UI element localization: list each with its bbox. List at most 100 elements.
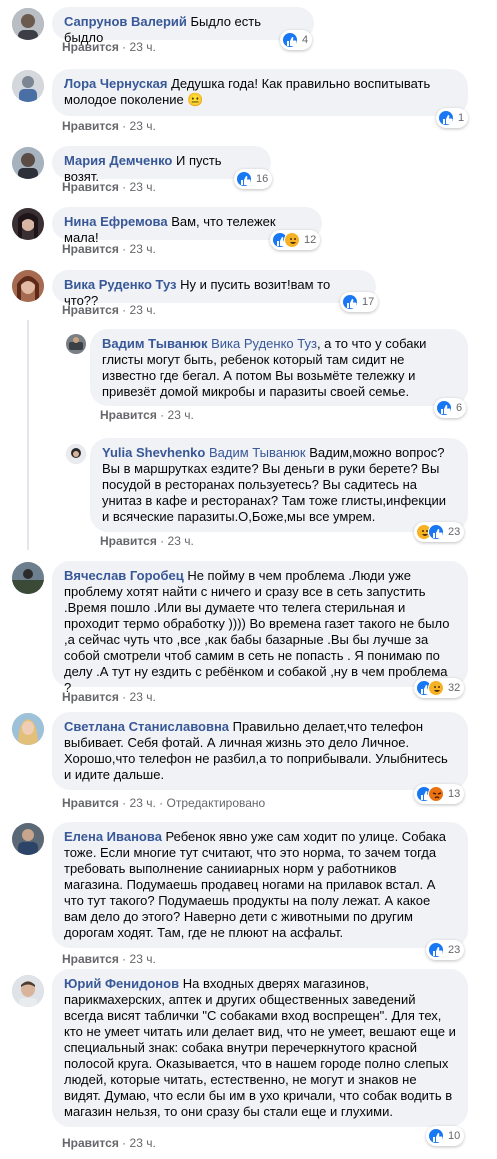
comment-actions: Нравится · 23 ч. — [62, 119, 156, 133]
comment-actions: Нравится · 23 ч. — [62, 40, 156, 54]
comment-bubble: Елена Иванова Ребенок явно уже сам ходит… — [52, 822, 468, 948]
avatar[interactable] — [12, 70, 44, 102]
edited-label[interactable]: Отредактировано — [166, 796, 265, 810]
separator: · — [159, 796, 164, 810]
comment-bubble: Сапрунов Валерий Быдло есть быдло — [52, 7, 314, 45]
timestamp[interactable]: 23 ч. — [130, 690, 156, 704]
avatar[interactable] — [12, 147, 44, 179]
reaction-summary[interactable]: 12 — [270, 230, 321, 250]
mention-link[interactable]: Вика Руденко Туз — [211, 336, 317, 351]
avatar[interactable] — [12, 823, 44, 855]
avatar[interactable] — [12, 8, 44, 40]
reply-thread-line — [27, 320, 29, 550]
like-button[interactable]: Нравится — [62, 119, 119, 133]
author-name[interactable]: Елена Иванова — [64, 829, 162, 844]
timestamp[interactable]: 23 ч. — [130, 40, 156, 54]
comment-actions: Нравится · 23 ч. — [62, 303, 156, 317]
reaction-count: 10 — [448, 1130, 461, 1142]
comment-text: На входных дверях магазинов, парикмахерс… — [64, 976, 456, 1119]
separator: · — [122, 180, 127, 194]
like-icon — [428, 942, 444, 958]
haha-icon — [284, 232, 300, 248]
reaction-summary[interactable]: 23 — [426, 940, 465, 960]
author-name[interactable]: Вика Руденко Туз — [64, 277, 177, 292]
author-name[interactable]: Юрий Фенидонов — [64, 976, 179, 991]
timestamp[interactable]: 23 ч. — [130, 119, 156, 133]
reaction-count: 12 — [304, 234, 317, 246]
author-name[interactable]: Мария Демченко — [64, 153, 172, 168]
comment-actions: Нравится · 23 ч. · Отредактировано — [62, 796, 265, 810]
avatar[interactable] — [66, 444, 86, 464]
author-name[interactable]: Сапрунов Валерий — [64, 14, 187, 29]
timestamp[interactable]: 23 ч. — [168, 534, 194, 548]
avatar[interactable] — [66, 334, 86, 354]
like-button[interactable]: Нравится — [62, 796, 119, 810]
avatar[interactable] — [12, 975, 44, 1007]
like-icon — [428, 1128, 444, 1144]
avatar[interactable] — [12, 208, 44, 240]
author-name[interactable]: Вячеслав Горобец — [64, 568, 184, 583]
comment-actions: Нравится · 23 ч. — [62, 180, 156, 194]
reaction-summary[interactable]: 23 — [414, 522, 465, 542]
reaction-summary[interactable]: 4 — [280, 30, 313, 50]
like-icon — [236, 171, 252, 187]
reaction-summary[interactable]: 10 — [426, 1126, 465, 1146]
timestamp[interactable]: 23 ч. — [130, 303, 156, 317]
reaction-summary[interactable]: 32 — [414, 678, 465, 698]
author-name[interactable]: Лора Чернуская — [64, 76, 167, 91]
comment-actions: Нравится · 23 ч. — [62, 242, 156, 256]
author-name[interactable]: Нина Ефремова — [64, 214, 168, 229]
reaction-count: 16 — [256, 173, 269, 185]
timestamp[interactable]: 23 ч. — [168, 408, 194, 422]
comment-bubble: Юрий Фенидонов На входных дверях магазин… — [52, 969, 468, 1127]
separator: · — [122, 242, 127, 256]
comment-bubble: Светлана Станиславовна Правильно делает,… — [52, 712, 468, 790]
author-name[interactable]: Светлана Станиславовна — [64, 719, 229, 734]
timestamp[interactable]: 23 ч. — [130, 952, 156, 966]
like-button[interactable]: Нравится — [62, 952, 119, 966]
reaction-count: 13 — [448, 788, 461, 800]
reaction-summary[interactable]: 16 — [234, 169, 273, 189]
comment-text: Не пойму в чем проблема .Люди уже пробле… — [64, 568, 450, 695]
reaction-summary[interactable]: 6 — [434, 398, 467, 418]
like-icon — [436, 400, 452, 416]
separator: · — [160, 408, 165, 422]
like-button[interactable]: Нравится — [62, 1136, 119, 1150]
separator: · — [122, 40, 127, 54]
author-name[interactable]: Вадим Тыванюк — [102, 336, 207, 351]
reaction-summary[interactable]: 1 — [436, 108, 469, 128]
comment-text: Ребенок явно уже сам ходит по улице. Соб… — [64, 829, 447, 940]
like-button[interactable]: Нравится — [62, 40, 119, 54]
timestamp[interactable]: 23 ч. — [130, 180, 156, 194]
like-button[interactable]: Нравится — [100, 408, 157, 422]
avatar[interactable] — [12, 713, 44, 745]
avatar[interactable] — [12, 270, 44, 302]
like-button[interactable]: Нравится — [62, 242, 119, 256]
reaction-summary[interactable]: 13 — [414, 784, 465, 804]
like-button[interactable]: Нравится — [62, 690, 119, 704]
reply-bubble: Yulia Shevhenko Вадим Тыванюк Вадим,можн… — [90, 438, 468, 532]
reaction-summary[interactable]: 17 — [340, 292, 379, 312]
comment-bubble: Лора Чернуская Дедушка года! Как правиль… — [52, 69, 468, 116]
timestamp[interactable]: 23 ч. — [130, 796, 156, 810]
author-name[interactable]: Yulia Shevhenko — [102, 445, 205, 460]
timestamp[interactable]: 23 ч. — [130, 1136, 156, 1150]
mention-link[interactable]: Вадим Тыванюк — [209, 445, 306, 460]
timestamp[interactable]: 23 ч. — [130, 242, 156, 256]
like-icon — [428, 524, 444, 540]
like-button[interactable]: Нравится — [62, 180, 119, 194]
reaction-count: 23 — [448, 944, 461, 956]
avatar[interactable] — [12, 562, 44, 594]
separator: · — [122, 119, 127, 133]
like-button[interactable]: Нравится — [62, 303, 119, 317]
separator: · — [160, 534, 165, 548]
comment-actions: Нравится · 23 ч. — [100, 408, 194, 422]
separator: · — [122, 952, 127, 966]
angry-icon — [428, 786, 444, 802]
reaction-count: 23 — [448, 526, 461, 538]
like-button[interactable]: Нравится — [100, 534, 157, 548]
comment-bubble: Вика Руденко Туз Ну и пусить возит!вам т… — [52, 270, 376, 308]
like-icon — [342, 294, 358, 310]
reaction-count: 4 — [302, 34, 309, 46]
reaction-count: 1 — [458, 112, 465, 124]
